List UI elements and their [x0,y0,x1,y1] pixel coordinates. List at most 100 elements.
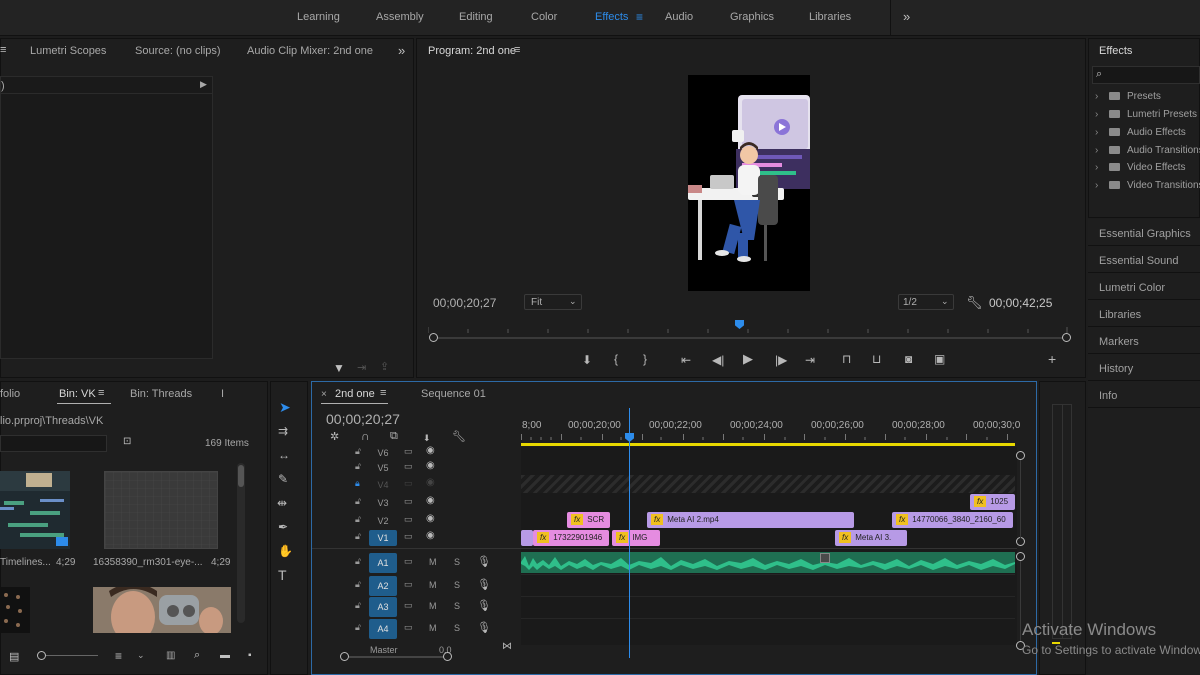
go-to-out-icon[interactable]: ⇥ [805,353,815,367]
thumbnail-grid-texture[interactable] [104,471,218,549]
panel-lumetri-color[interactable]: Lumetri Color [1099,282,1165,294]
double-chevron-right-icon[interactable]: » [398,43,405,58]
mute-button[interactable]: M [429,580,437,590]
search-icon[interactable]: ⌕ [194,649,200,662]
pen-tool-icon[interactable]: ✒ [278,520,288,534]
hamburger-menu-icon[interactable]: ≡ [380,387,386,399]
timeline-timecode[interactable]: 00;00;20;27 [326,411,400,427]
tab-audio-clip-mixer[interactable]: Audio Clip Mixer: 2nd one [247,45,373,57]
horizontal-scroll-bar[interactable] [349,656,444,658]
track-name[interactable]: V2 [369,516,397,526]
folder-icon[interactable]: ▬ [220,650,230,661]
timeline-ruler[interactable]: 8;00 00;00;20;00 00;00;22;00 00;00;24;00… [521,406,1020,446]
clip-v1-17322901946[interactable]: fx 17322901946 [533,530,609,546]
vertical-scroll-track[interactable] [1020,460,1021,538]
vertical-zoom-handle[interactable] [1016,552,1025,561]
mute-button[interactable]: M [429,601,437,611]
sync-lock-icon[interactable]: ▭ [404,461,413,472]
slip-tool-icon[interactable]: ⇹ [277,496,287,510]
lock-icon[interactable]: 🔓︎ [355,579,361,590]
timeline-playhead-line[interactable] [629,408,630,658]
audio-clip-a1[interactable] [521,552,1015,573]
workspace-graphics[interactable]: Graphics [730,11,774,23]
vertical-scroll-track[interactable] [1020,561,1021,641]
panel-libraries[interactable]: Libraries [1099,309,1141,321]
track-name-targeted[interactable]: A2 [369,576,397,596]
eye-icon[interactable]: ◉ [426,513,435,524]
fit-dropdown[interactable]: Fit ⌄ [524,294,582,310]
mark-in-icon[interactable]: { [614,352,618,366]
clip-v1-img[interactable]: fx IMG [612,530,660,546]
workspace-effects[interactable]: Effects [595,11,628,23]
lock-icon[interactable]: 🔓︎ [355,461,361,472]
workspace-editing[interactable]: Editing [459,11,493,23]
work-area-bar[interactable] [521,443,1015,446]
playhead-timecode[interactable]: 00;00;20;27 [433,296,496,310]
mute-button[interactable]: M [429,557,437,567]
effects-item-presets[interactable]: › Presets [1095,91,1161,102]
new-item-icon[interactable]: ▪ [248,650,252,661]
lock-icon[interactable]: 🔓︎ [355,531,361,542]
track-name[interactable]: V5 [369,463,397,473]
wrench-icon[interactable]: 🔧︎ [452,430,466,444]
lock-icon[interactable]: 🔓︎ [355,496,361,507]
thumbnail-person-clip[interactable] [93,587,231,633]
workspace-assembly[interactable]: Assembly [376,11,424,23]
sync-lock-icon[interactable]: ▭ [404,579,413,590]
plus-icon[interactable]: + [1048,352,1056,366]
eye-icon[interactable]: ◉ [426,495,435,506]
track-name-targeted[interactable]: A3 [369,597,397,617]
horizontal-zoom-handle-right[interactable] [443,652,452,661]
clip-v2-scr[interactable]: fx SCR [567,512,610,528]
track-name[interactable]: V6 [369,448,397,458]
sync-lock-icon[interactable]: ▭ [404,514,413,525]
solo-button[interactable]: S [454,557,460,567]
clip-v1-meta-ai-3[interactable]: fx Meta AI 3. [835,530,907,546]
zoom-slider-track[interactable] [46,655,98,656]
sync-lock-icon[interactable]: ▭ [404,446,413,457]
eye-icon[interactable]: ◉ [426,530,435,541]
clip-v3[interactable]: fx 1025 [970,494,1015,510]
search-input[interactable] [0,435,107,452]
mark-out-icon[interactable]: } [643,352,647,366]
effects-item-audio-effects[interactable]: › Audio Effects [1095,127,1186,138]
thumbnail-timelines[interactable] [0,471,70,549]
sync-lock-icon[interactable]: ▭ [404,556,413,567]
hamburger-menu-icon[interactable]: ≡ [514,44,520,56]
comparison-view-icon[interactable]: ▣ [934,352,945,366]
track-name-targeted[interactable]: A4 [369,619,397,639]
extract-icon[interactable]: ⊔ [872,352,881,366]
list-view-icon[interactable]: ▤ [9,650,19,663]
nest-sequence-icon[interactable]: ✲ [330,430,339,444]
effects-item-video-effects[interactable]: › Video Effects [1095,162,1186,173]
chevron-down-icon[interactable]: ⌄ [137,650,145,661]
clip-v2-14770066[interactable]: fx 14770066_3840_2160_60 [892,512,1013,528]
sync-lock-icon[interactable]: ▭ [404,600,413,611]
step-back-icon[interactable]: ◀| [712,353,724,367]
panel-markers[interactable]: Markers [1099,336,1139,348]
track-name-targeted[interactable]: A1 [369,553,397,573]
microphone-icon[interactable]: 🎙︎ [477,555,491,568]
sync-lock-icon[interactable]: ▭ [404,531,413,542]
lock-icon[interactable]: 🔓︎ [355,622,361,633]
tab-lumetri-scopes[interactable]: Lumetri Scopes [30,45,106,57]
snap-magnet-icon[interactable]: ∩ [361,429,370,443]
track-name-targeted[interactable]: V1 [369,530,397,546]
workspace-color[interactable]: Color [531,11,557,23]
thumbnail-dark-clip[interactable] [0,587,30,633]
bowtie-icon[interactable]: ⋈ [502,640,512,654]
go-to-in-icon[interactable]: ⇤ [681,353,691,367]
close-icon[interactable]: × [321,389,327,400]
filter-icon[interactable]: ▼ [333,361,345,375]
panel-history[interactable]: History [1099,363,1133,375]
tab-bin-vk[interactable]: Bin: VK [59,388,96,400]
ripple-edit-tool-icon[interactable]: ↔ [278,448,290,462]
solo-button[interactable]: S [454,623,460,633]
lock-icon[interactable]: 🔓︎ [355,446,361,457]
eye-icon[interactable]: ◉ [426,460,435,471]
lift-icon[interactable]: ⊓ [842,352,851,366]
tab-bin-threads[interactable]: Bin: Threads [130,388,192,400]
zoom-slider-handle[interactable] [37,651,46,660]
tab-sequence-2nd-one[interactable]: 2nd one [335,388,375,400]
play-triangle-icon[interactable]: ▶ [200,79,207,90]
